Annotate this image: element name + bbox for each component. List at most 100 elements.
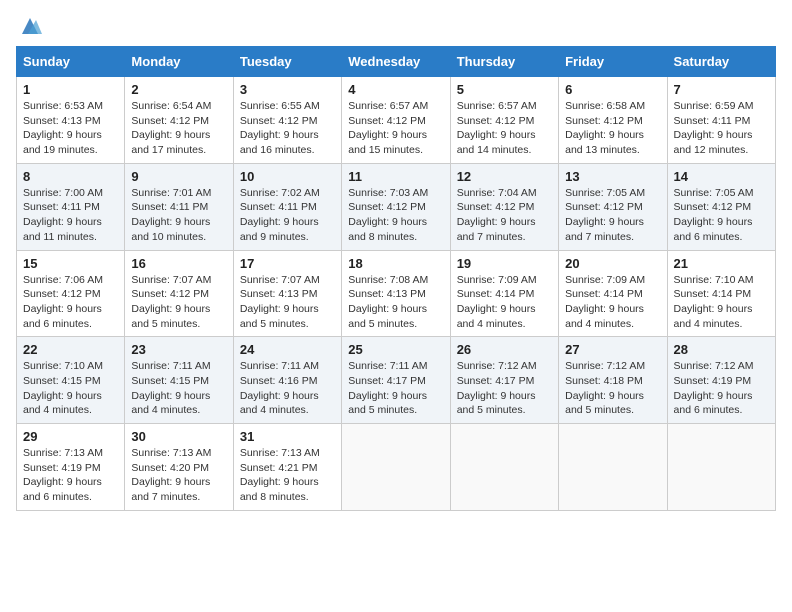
- calendar-cell: 3 Sunrise: 6:55 AMSunset: 4:12 PMDayligh…: [233, 77, 341, 164]
- cell-content: Sunrise: 7:10 AMSunset: 4:15 PMDaylight:…: [23, 360, 103, 416]
- cell-content: Sunrise: 7:10 AMSunset: 4:14 PMDaylight:…: [674, 274, 754, 330]
- day-number: 8: [23, 169, 118, 184]
- day-number: 2: [131, 82, 226, 97]
- day-number: 5: [457, 82, 552, 97]
- calendar-cell: 29 Sunrise: 7:13 AMSunset: 4:19 PMDaylig…: [17, 424, 125, 511]
- calendar-cell: 2 Sunrise: 6:54 AMSunset: 4:12 PMDayligh…: [125, 77, 233, 164]
- header-friday: Friday: [559, 47, 667, 77]
- day-number: 27: [565, 342, 660, 357]
- calendar-cell: 30 Sunrise: 7:13 AMSunset: 4:20 PMDaylig…: [125, 424, 233, 511]
- cell-content: Sunrise: 7:12 AMSunset: 4:18 PMDaylight:…: [565, 360, 645, 416]
- cell-content: Sunrise: 7:01 AMSunset: 4:11 PMDaylight:…: [131, 187, 211, 243]
- calendar-cell: 23 Sunrise: 7:11 AMSunset: 4:15 PMDaylig…: [125, 337, 233, 424]
- calendar-cell: 7 Sunrise: 6:59 AMSunset: 4:11 PMDayligh…: [667, 77, 775, 164]
- calendar-cell: 5 Sunrise: 6:57 AMSunset: 4:12 PMDayligh…: [450, 77, 558, 164]
- day-number: 15: [23, 256, 118, 271]
- calendar-cell: 21 Sunrise: 7:10 AMSunset: 4:14 PMDaylig…: [667, 250, 775, 337]
- calendar-cell: [559, 424, 667, 511]
- day-number: 3: [240, 82, 335, 97]
- cell-content: Sunrise: 7:09 AMSunset: 4:14 PMDaylight:…: [565, 274, 645, 330]
- header-thursday: Thursday: [450, 47, 558, 77]
- logo: [16, 16, 42, 36]
- cell-content: Sunrise: 7:13 AMSunset: 4:21 PMDaylight:…: [240, 447, 320, 503]
- cell-content: Sunrise: 7:04 AMSunset: 4:12 PMDaylight:…: [457, 187, 537, 243]
- page-header: [16, 16, 776, 36]
- cell-content: Sunrise: 7:05 AMSunset: 4:12 PMDaylight:…: [565, 187, 645, 243]
- day-number: 16: [131, 256, 226, 271]
- day-number: 29: [23, 429, 118, 444]
- cell-content: Sunrise: 6:59 AMSunset: 4:11 PMDaylight:…: [674, 100, 754, 156]
- cell-content: Sunrise: 7:00 AMSunset: 4:11 PMDaylight:…: [23, 187, 103, 243]
- day-number: 23: [131, 342, 226, 357]
- cell-content: Sunrise: 6:53 AMSunset: 4:13 PMDaylight:…: [23, 100, 103, 156]
- day-number: 31: [240, 429, 335, 444]
- day-number: 18: [348, 256, 443, 271]
- day-number: 21: [674, 256, 769, 271]
- cell-content: Sunrise: 6:57 AMSunset: 4:12 PMDaylight:…: [457, 100, 537, 156]
- calendar-cell: 18 Sunrise: 7:08 AMSunset: 4:13 PMDaylig…: [342, 250, 450, 337]
- calendar-week-row: 1 Sunrise: 6:53 AMSunset: 4:13 PMDayligh…: [17, 77, 776, 164]
- header-sunday: Sunday: [17, 47, 125, 77]
- calendar-cell: 28 Sunrise: 7:12 AMSunset: 4:19 PMDaylig…: [667, 337, 775, 424]
- calendar-week-row: 15 Sunrise: 7:06 AMSunset: 4:12 PMDaylig…: [17, 250, 776, 337]
- day-number: 10: [240, 169, 335, 184]
- day-number: 17: [240, 256, 335, 271]
- cell-content: Sunrise: 7:06 AMSunset: 4:12 PMDaylight:…: [23, 274, 103, 330]
- day-number: 28: [674, 342, 769, 357]
- calendar-cell: 9 Sunrise: 7:01 AMSunset: 4:11 PMDayligh…: [125, 163, 233, 250]
- calendar-cell: 26 Sunrise: 7:12 AMSunset: 4:17 PMDaylig…: [450, 337, 558, 424]
- cell-content: Sunrise: 6:57 AMSunset: 4:12 PMDaylight:…: [348, 100, 428, 156]
- calendar-cell: 24 Sunrise: 7:11 AMSunset: 4:16 PMDaylig…: [233, 337, 341, 424]
- cell-content: Sunrise: 7:13 AMSunset: 4:19 PMDaylight:…: [23, 447, 103, 503]
- calendar-week-row: 22 Sunrise: 7:10 AMSunset: 4:15 PMDaylig…: [17, 337, 776, 424]
- cell-content: Sunrise: 7:12 AMSunset: 4:19 PMDaylight:…: [674, 360, 754, 416]
- cell-content: Sunrise: 6:58 AMSunset: 4:12 PMDaylight:…: [565, 100, 645, 156]
- day-number: 4: [348, 82, 443, 97]
- cell-content: Sunrise: 7:11 AMSunset: 4:17 PMDaylight:…: [348, 360, 427, 416]
- calendar-cell: [450, 424, 558, 511]
- day-number: 30: [131, 429, 226, 444]
- calendar-cell: 20 Sunrise: 7:09 AMSunset: 4:14 PMDaylig…: [559, 250, 667, 337]
- header-wednesday: Wednesday: [342, 47, 450, 77]
- calendar-cell: 22 Sunrise: 7:10 AMSunset: 4:15 PMDaylig…: [17, 337, 125, 424]
- cell-content: Sunrise: 7:11 AMSunset: 4:15 PMDaylight:…: [131, 360, 210, 416]
- day-number: 12: [457, 169, 552, 184]
- calendar-cell: 11 Sunrise: 7:03 AMSunset: 4:12 PMDaylig…: [342, 163, 450, 250]
- day-number: 19: [457, 256, 552, 271]
- day-number: 1: [23, 82, 118, 97]
- calendar-cell: 16 Sunrise: 7:07 AMSunset: 4:12 PMDaylig…: [125, 250, 233, 337]
- day-number: 11: [348, 169, 443, 184]
- calendar-cell: 31 Sunrise: 7:13 AMSunset: 4:21 PMDaylig…: [233, 424, 341, 511]
- calendar-cell: 1 Sunrise: 6:53 AMSunset: 4:13 PMDayligh…: [17, 77, 125, 164]
- day-number: 24: [240, 342, 335, 357]
- calendar-cell: 17 Sunrise: 7:07 AMSunset: 4:13 PMDaylig…: [233, 250, 341, 337]
- day-number: 13: [565, 169, 660, 184]
- cell-content: Sunrise: 6:54 AMSunset: 4:12 PMDaylight:…: [131, 100, 211, 156]
- day-number: 7: [674, 82, 769, 97]
- cell-content: Sunrise: 7:02 AMSunset: 4:11 PMDaylight:…: [240, 187, 320, 243]
- calendar-week-row: 29 Sunrise: 7:13 AMSunset: 4:19 PMDaylig…: [17, 424, 776, 511]
- cell-content: Sunrise: 7:09 AMSunset: 4:14 PMDaylight:…: [457, 274, 537, 330]
- day-number: 25: [348, 342, 443, 357]
- calendar-week-row: 8 Sunrise: 7:00 AMSunset: 4:11 PMDayligh…: [17, 163, 776, 250]
- header-tuesday: Tuesday: [233, 47, 341, 77]
- cell-content: Sunrise: 7:12 AMSunset: 4:17 PMDaylight:…: [457, 360, 537, 416]
- header-monday: Monday: [125, 47, 233, 77]
- calendar-cell: 27 Sunrise: 7:12 AMSunset: 4:18 PMDaylig…: [559, 337, 667, 424]
- calendar-cell: 13 Sunrise: 7:05 AMSunset: 4:12 PMDaylig…: [559, 163, 667, 250]
- calendar-cell: 19 Sunrise: 7:09 AMSunset: 4:14 PMDaylig…: [450, 250, 558, 337]
- day-number: 14: [674, 169, 769, 184]
- calendar-table: SundayMondayTuesdayWednesdayThursdayFrid…: [16, 46, 776, 511]
- day-number: 26: [457, 342, 552, 357]
- day-number: 9: [131, 169, 226, 184]
- calendar-cell: 12 Sunrise: 7:04 AMSunset: 4:12 PMDaylig…: [450, 163, 558, 250]
- cell-content: Sunrise: 7:03 AMSunset: 4:12 PMDaylight:…: [348, 187, 428, 243]
- calendar-cell: [667, 424, 775, 511]
- cell-content: Sunrise: 7:11 AMSunset: 4:16 PMDaylight:…: [240, 360, 319, 416]
- logo-icon: [18, 16, 42, 36]
- calendar-cell: 8 Sunrise: 7:00 AMSunset: 4:11 PMDayligh…: [17, 163, 125, 250]
- calendar-cell: 25 Sunrise: 7:11 AMSunset: 4:17 PMDaylig…: [342, 337, 450, 424]
- cell-content: Sunrise: 7:08 AMSunset: 4:13 PMDaylight:…: [348, 274, 428, 330]
- calendar-cell: 14 Sunrise: 7:05 AMSunset: 4:12 PMDaylig…: [667, 163, 775, 250]
- calendar-cell: 15 Sunrise: 7:06 AMSunset: 4:12 PMDaylig…: [17, 250, 125, 337]
